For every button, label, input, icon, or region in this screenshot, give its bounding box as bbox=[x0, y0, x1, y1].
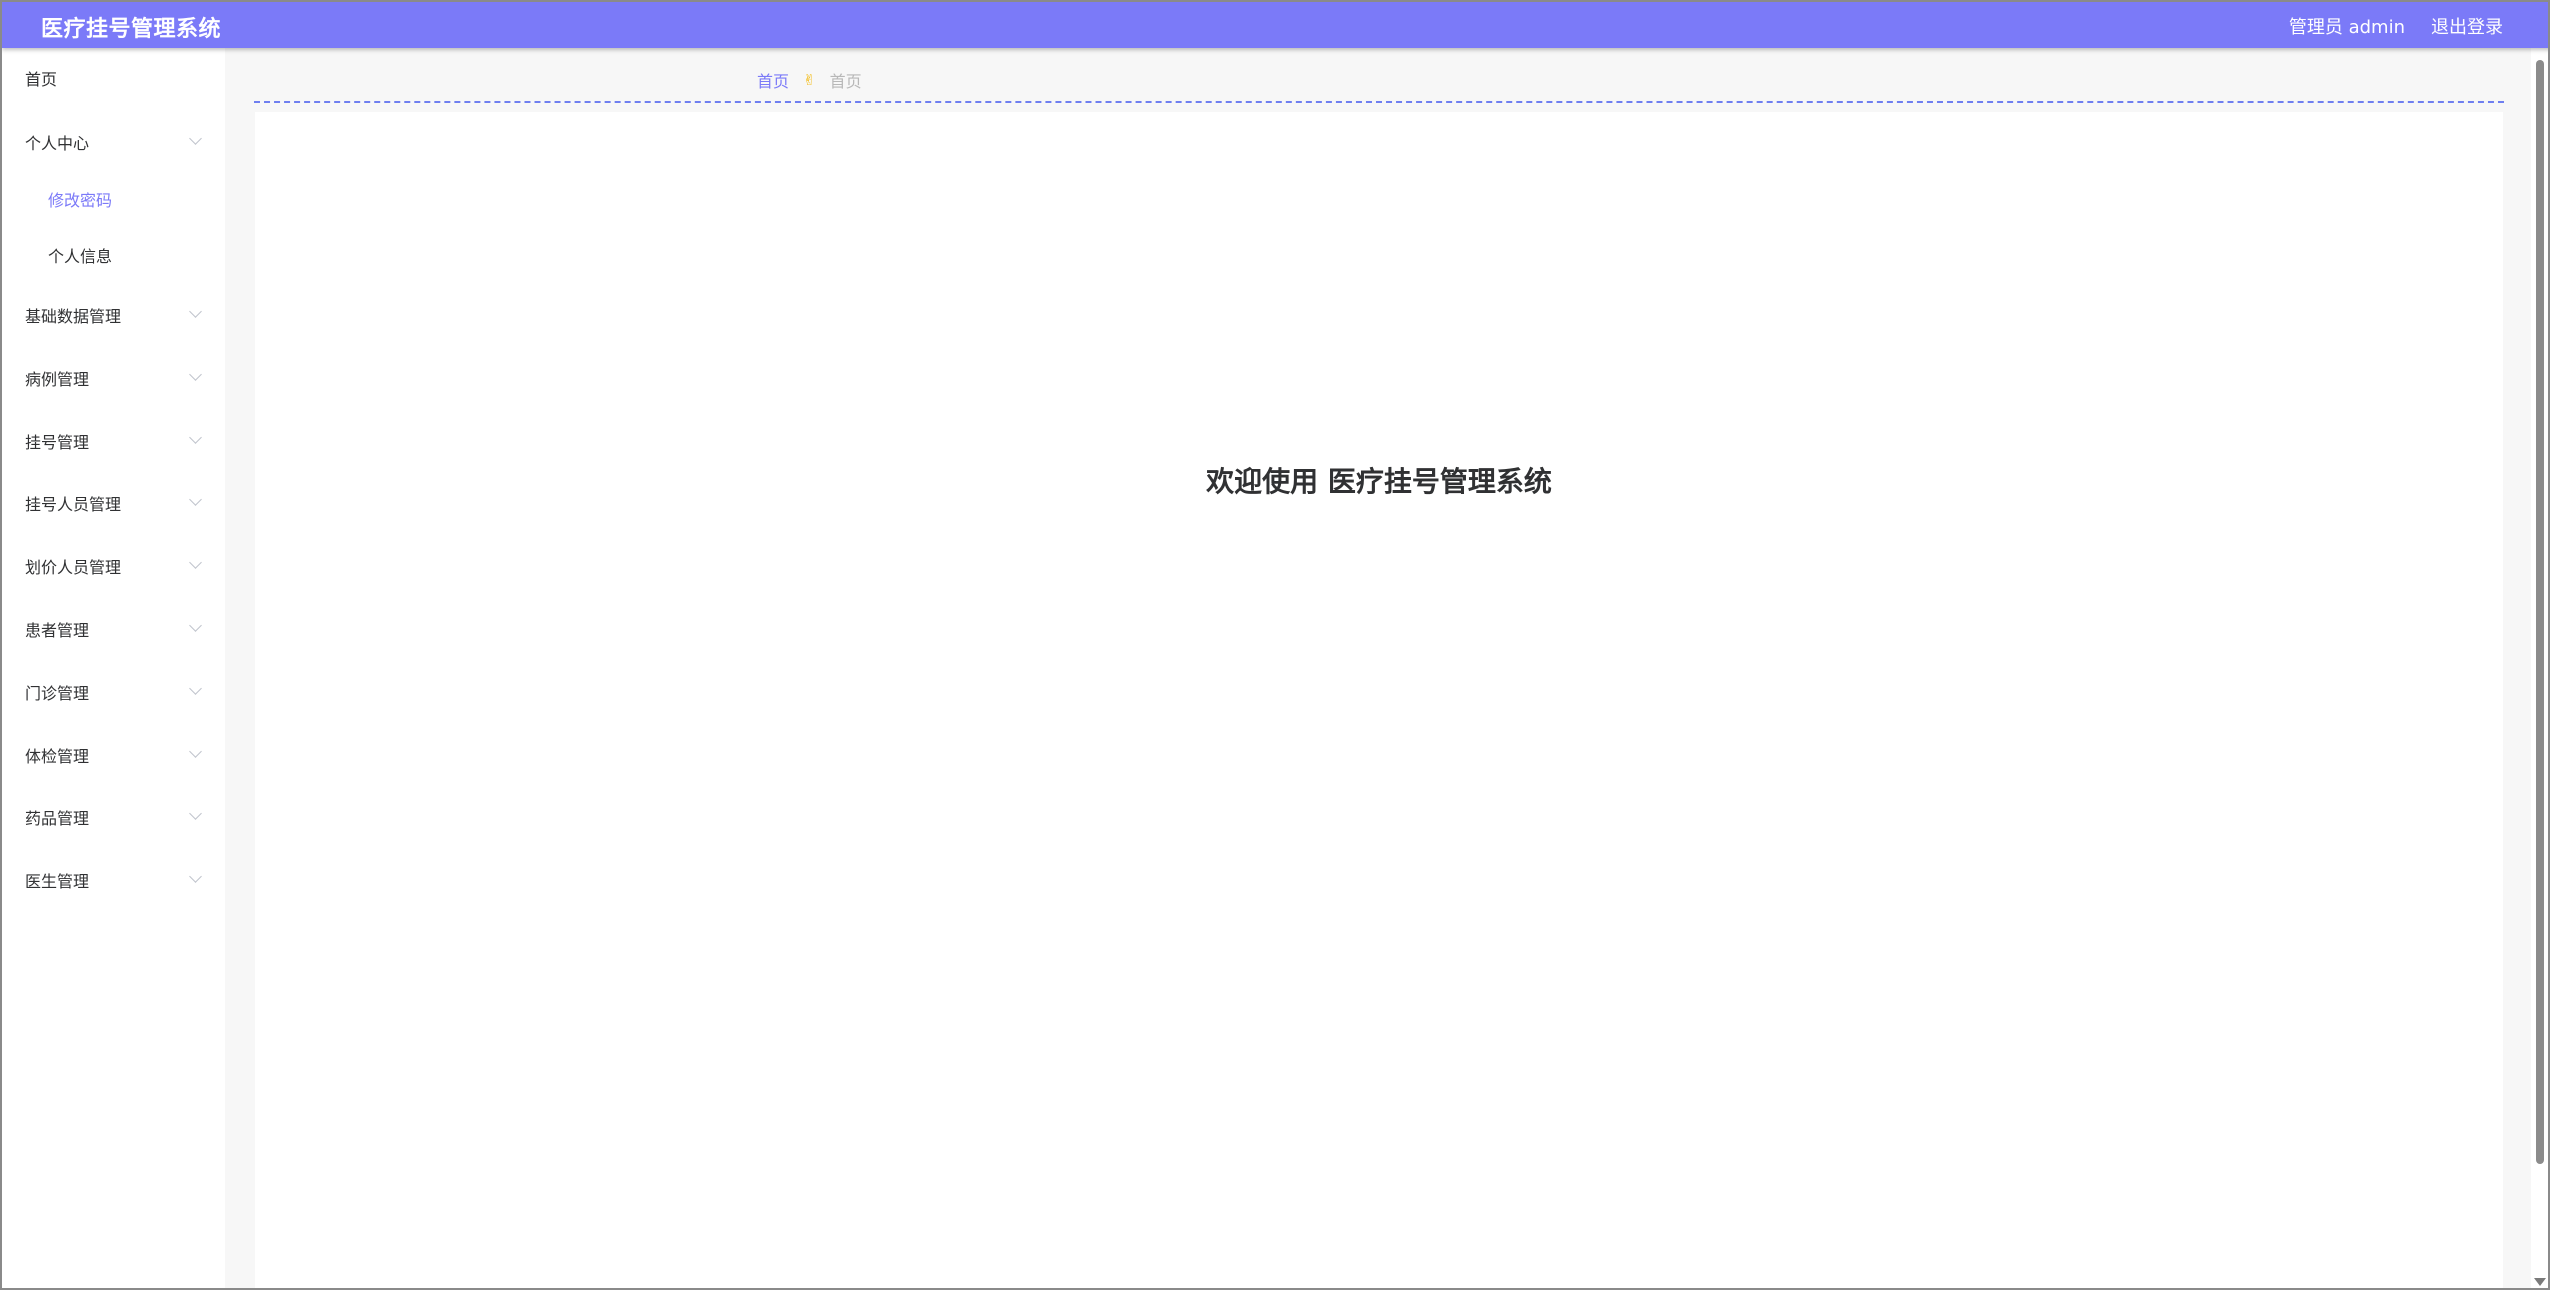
welcome-heading: 欢迎使用 医疗挂号管理系统 bbox=[1206, 465, 1552, 498]
chevron-down-icon bbox=[189, 305, 202, 318]
sidebar-item-medicine[interactable]: 药品管理 bbox=[4, 797, 225, 837]
sidebar-item-label: 基础数据管理 bbox=[25, 307, 122, 326]
chevron-down-icon bbox=[189, 556, 202, 569]
sidebar-subitem-personal-info[interactable]: 个人信息 bbox=[4, 235, 225, 275]
user-menu[interactable]: 管理员 admin bbox=[2289, 13, 2405, 39]
top-header: 医疗挂号管理系统 管理员 admin 退出登录 bbox=[2, 2, 2548, 48]
sidebar-item-label: 挂号管理 bbox=[25, 433, 90, 452]
chevron-down-icon bbox=[189, 682, 202, 695]
sidebar-item-label: 首页 bbox=[25, 70, 58, 89]
app-window: 医疗挂号管理系统 管理员 admin 退出登录 首页 个人中心 修改密码 个人信… bbox=[0, 0, 2550, 1290]
breadcrumb-home-link[interactable]: 首页 bbox=[757, 68, 789, 92]
sidebar-item-doctor[interactable]: 医生管理 bbox=[4, 860, 225, 900]
content-panel: 欢迎使用 医疗挂号管理系统 bbox=[255, 112, 2503, 1288]
sidebar-item-pricing-staff[interactable]: 划价人员管理 bbox=[4, 546, 225, 586]
chevron-down-icon bbox=[189, 368, 202, 381]
breadcrumb: 首页 ✌ 首页 bbox=[757, 68, 862, 92]
scroll-down-arrow-icon[interactable] bbox=[2534, 1278, 2546, 1286]
sidebar-item-checkup[interactable]: 体检管理 bbox=[4, 735, 225, 775]
scrollbar-thumb[interactable] bbox=[2536, 60, 2544, 1164]
sidebar-item-label: 个人信息 bbox=[48, 247, 113, 266]
sidebar-item-label: 患者管理 bbox=[25, 621, 90, 640]
vertical-scrollbar[interactable] bbox=[2531, 48, 2548, 1288]
sidebar-item-label: 门诊管理 bbox=[25, 684, 90, 703]
sidebar-item-label: 药品管理 bbox=[25, 809, 90, 828]
chevron-down-icon bbox=[189, 870, 202, 883]
breadcrumb-divider bbox=[254, 101, 2504, 103]
app-title: 医疗挂号管理系统 bbox=[41, 17, 222, 42]
sidebar-item-registration[interactable]: 挂号管理 bbox=[4, 421, 225, 461]
header-actions: 管理员 admin 退出登录 bbox=[2289, 13, 2503, 39]
breadcrumb-current: 首页 bbox=[829, 72, 862, 91]
sidebar-item-label: 划价人员管理 bbox=[25, 558, 122, 577]
main-area: 首页 ✌ 首页 欢迎使用 医疗挂号管理系统 bbox=[225, 48, 2548, 1288]
sidebar-item-outpatient[interactable]: 门诊管理 bbox=[4, 672, 225, 712]
sidebar-item-label: 医生管理 bbox=[25, 872, 90, 891]
sidebar-item-label: 个人中心 bbox=[25, 134, 90, 153]
sidebar-item-label: 体检管理 bbox=[25, 747, 90, 766]
sidebar-item-label: 挂号人员管理 bbox=[25, 495, 122, 514]
sidebar: 首页 个人中心 修改密码 个人信息 基础数据管理 病例管理 挂号管理 挂号人员管… bbox=[4, 48, 225, 1288]
sidebar-item-label: 修改密码 bbox=[48, 191, 113, 210]
sidebar-item-patient[interactable]: 患者管理 bbox=[4, 609, 225, 649]
chevron-down-icon bbox=[189, 132, 202, 145]
logout-button[interactable]: 退出登录 bbox=[2431, 13, 2503, 39]
sidebar-item-label: 病例管理 bbox=[25, 370, 90, 389]
chevron-down-icon bbox=[189, 619, 202, 632]
chevron-down-icon bbox=[189, 745, 202, 758]
sidebar-item-registration-staff[interactable]: 挂号人员管理 bbox=[4, 483, 225, 523]
chevron-down-icon bbox=[189, 493, 202, 506]
hand-icon: ✌ bbox=[803, 71, 816, 89]
sidebar-item-personal-center[interactable]: 个人中心 bbox=[4, 122, 225, 162]
chevron-down-icon bbox=[189, 807, 202, 820]
chevron-down-icon bbox=[189, 431, 202, 444]
sidebar-subitem-change-password[interactable]: 修改密码 bbox=[4, 179, 225, 219]
sidebar-item-basic-data[interactable]: 基础数据管理 bbox=[4, 295, 225, 335]
sidebar-item-home[interactable]: 首页 bbox=[4, 58, 225, 98]
sidebar-item-case[interactable]: 病例管理 bbox=[4, 358, 225, 398]
